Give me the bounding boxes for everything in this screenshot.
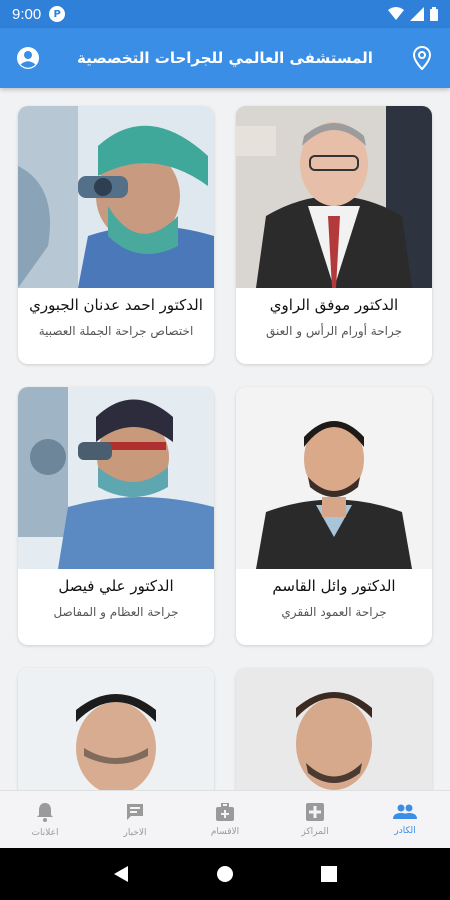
system-nav-bar (0, 848, 450, 900)
status-bar: 9:00 P (0, 0, 450, 28)
battery-icon (430, 7, 438, 21)
doctor-specialty: جراحة أورام الرأس و العنق (266, 324, 402, 338)
nav-label: المراكز (301, 826, 329, 837)
signal-icon (410, 7, 424, 21)
doctor-name: الدكتور احمد عدنان الجبوري (29, 296, 203, 314)
doctors-grid: الدكتور موفق الراوي جراحة أورام الرأس و … (0, 88, 450, 790)
location-pin-icon (412, 46, 432, 70)
doctor-photo (236, 668, 432, 790)
nav-item-ads[interactable]: اعلانات (0, 791, 90, 848)
nav-item-staff[interactable]: الكادر (360, 791, 450, 848)
location-button[interactable] (408, 44, 436, 72)
doctor-photo (18, 106, 214, 288)
nav-item-news[interactable]: الاخبار (90, 791, 180, 848)
doctor-specialty: اختصاص جراحة الجملة العصبية (38, 324, 194, 338)
wifi-icon (388, 7, 404, 20)
doctor-name: الدكتور وائل القاسم (272, 577, 396, 595)
account-icon (17, 47, 39, 69)
doctor-card[interactable]: الدكتور علي فيصل جراحة العظام و المفاصل (18, 387, 214, 645)
status-time: 9:00 (12, 5, 42, 23)
home-icon[interactable] (216, 865, 234, 883)
back-icon[interactable] (113, 865, 129, 883)
nav-label: الاقسام (210, 826, 240, 837)
doctor-card[interactable]: الدكتور وائل القاسم جراحة العمود الفقري (236, 387, 432, 645)
doctor-name: الدكتور علي فيصل (58, 577, 174, 595)
profile-button[interactable] (14, 44, 42, 72)
bottom-nav: اعلانات الاخبار الاقسام المراكز الكادر (0, 790, 450, 848)
doctor-name: الدكتور موفق الراوي (269, 296, 399, 314)
bell-icon (37, 802, 53, 822)
doctor-specialty: جراحة العظام و المفاصل (53, 605, 179, 619)
people-icon (393, 804, 417, 819)
doctor-photo (18, 668, 214, 790)
recents-icon[interactable] (320, 866, 337, 882)
notification-badge: P (49, 6, 66, 22)
doctor-card[interactable]: الدكتور احمد عدنان الجبوري اختصاص جراحة … (18, 106, 214, 364)
doctor-card[interactable] (18, 668, 214, 790)
nav-item-centers[interactable]: المراكز (270, 791, 360, 848)
doctor-card[interactable]: الدكتور موفق الراوي جراحة أورام الرأس و … (236, 106, 432, 364)
medical-bag-icon (216, 802, 234, 821)
hospital-plus-icon (306, 802, 324, 821)
doctor-card[interactable] (236, 668, 432, 790)
doctor-specialty: جراحة العمود الفقري (281, 605, 387, 619)
chat-icon (127, 803, 143, 820)
nav-item-departments[interactable]: الاقسام (180, 791, 270, 848)
doctor-photo (18, 387, 214, 569)
nav-label: الكادر (394, 825, 416, 836)
nav-label: الاخبار (123, 827, 147, 838)
app-bar: المستشفى العالمي للجراحات التخصصية (0, 28, 450, 88)
doctor-photo (236, 387, 432, 569)
nav-label: اعلانات (31, 827, 59, 838)
doctor-photo (236, 106, 432, 288)
app-title: المستشفى العالمي للجراحات التخصصية (77, 49, 373, 67)
